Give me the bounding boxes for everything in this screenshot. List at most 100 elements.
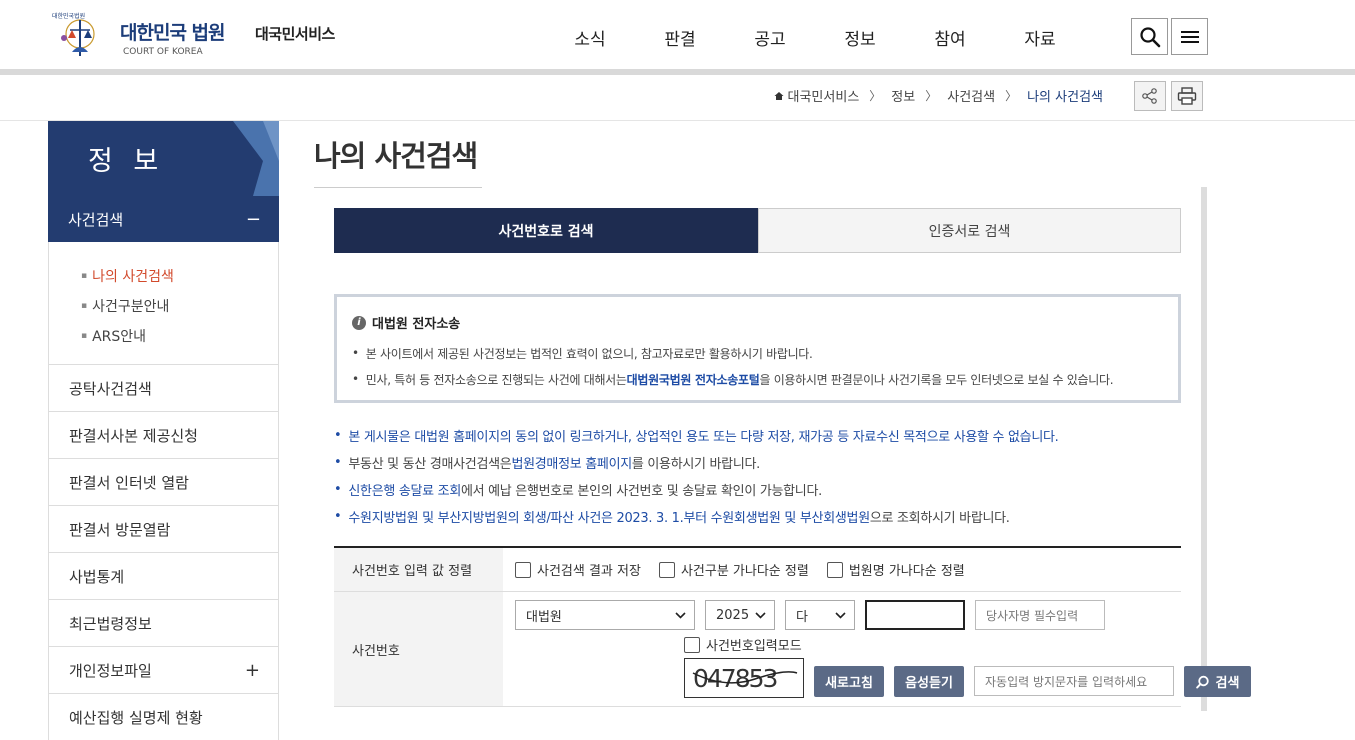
nav-item-judgment[interactable]: 판결	[635, 25, 725, 50]
sidebar-subitem-my-case-search[interactable]: ▪ 나의 사건검색	[49, 261, 278, 291]
bullet-text: 본 게시물은 대법원 홈페이지의 동의 없이 링크하거나, 상업적인 용도 또는…	[348, 430, 1059, 445]
emblem-text: 대한민국법원	[52, 12, 85, 20]
nav-item-news[interactable]: 소식	[545, 25, 635, 50]
sidebar-subitem-label: ARS안내	[92, 329, 147, 345]
sidebar-item-label: 판결서사본 제공신청	[69, 426, 198, 445]
sidebar-item-label: 최근법령정보	[69, 614, 152, 633]
shinhan-fee-lookup-link[interactable]: 신한은행 송달료 조회	[348, 480, 461, 499]
search-button[interactable]	[1131, 18, 1168, 55]
sidebar-header: 정 보	[48, 121, 279, 196]
search-icon	[1139, 26, 1160, 47]
sidebar-item-label: 개인정보파일	[69, 661, 152, 680]
bullet-dot-icon: •	[334, 428, 342, 443]
bullet-text: 에서 예납 은행번호로 본인의 사건번호 및 송달료 확인이 가능합니다.	[460, 484, 822, 499]
checkbox-box[interactable]	[515, 561, 531, 578]
captcha-input[interactable]: 자동입력 방지문자를 입력하세요	[974, 666, 1174, 696]
case-search-form: 사건번호 입력 값 정렬 사건검색 결과 저장 사건구분 가나다순 정렬 법원명…	[334, 546, 1251, 707]
sidebar-item-label: 판결서 방문열람	[69, 520, 171, 539]
sidebar-item-recent-law-info[interactable]: 최근법령정보	[48, 599, 279, 646]
page-title: 나의 사건검색	[314, 139, 478, 173]
search-button-label: 검색	[1215, 676, 1240, 691]
menu-button[interactable]	[1171, 18, 1208, 55]
share-icon	[1142, 88, 1157, 104]
court-select[interactable]: 대법원	[515, 600, 695, 630]
sidebar-subitem-ars-guide[interactable]: ▪ ARS안내	[49, 321, 278, 351]
breadcrumb-home[interactable]: 대국민서비스	[788, 86, 860, 105]
checkbox-box[interactable]	[658, 561, 675, 578]
sort-options: 사건검색 결과 저장 사건구분 가나다순 정렬 법원명 가나다순 정렬	[503, 548, 1181, 591]
form-row-case-number: 사건번호 대법원 2025 다 당사자명 필수입력 사건번호입력모드 04785…	[334, 592, 1251, 707]
breadcrumb-row: 대국민서비스 〉 정보 〉 사건검색 〉 나의 사건검색	[0, 75, 1355, 121]
nav-item-participation[interactable]: 참여	[905, 25, 995, 50]
sidebar-item-judgment-visit-view[interactable]: 판결서 방문열람	[48, 505, 279, 552]
sidebar-item-judgment-online-view[interactable]: 판결서 인터넷 열람	[48, 458, 279, 505]
breadcrumb-item-info[interactable]: 정보	[891, 86, 915, 105]
sort-by-case-type-checkbox[interactable]: 사건구분 가나다순 정렬	[658, 560, 809, 579]
checkbox-box[interactable]	[826, 561, 843, 578]
search-icon	[1195, 675, 1209, 688]
sort-by-court-checkbox[interactable]: 법원명 가나다순 정렬	[826, 560, 965, 579]
bullet-item: • 수원지방법원 및 부산지방법원의 회생/파산 사건은 2023. 3. 1.…	[334, 503, 1184, 530]
sort-label: 사건번호 입력 값 정렬	[334, 548, 503, 591]
main-nav: 소식 판결 공고 정보 참여 자료	[545, 25, 1085, 50]
sidebar-item-case-search[interactable]: 사건검색 −	[48, 196, 279, 242]
sidebar-item-privacy-file[interactable]: 개인정보파일 +	[48, 646, 279, 693]
bullet-dot-icon: ▪	[81, 271, 88, 281]
captcha-audio-button[interactable]: 음성듣기	[894, 666, 964, 697]
nav-item-resources[interactable]: 자료	[995, 25, 1085, 50]
year-select[interactable]: 2025	[705, 600, 775, 630]
sidebar-item-budget-realname[interactable]: 예산집행 실명제 현황	[48, 693, 279, 740]
save-result-checkbox[interactable]: 사건검색 결과 저장	[515, 560, 641, 579]
case-type-select[interactable]: 다	[785, 600, 855, 630]
checkbox-label: 사건번호입력모드	[706, 639, 802, 654]
sidebar-item-label: 사법통계	[69, 567, 125, 586]
year-select-value: 2025	[716, 607, 750, 623]
collapse-icon[interactable]: −	[246, 209, 261, 230]
court-emblem-logo[interactable]: 대한민국법원	[50, 8, 110, 62]
share-button[interactable]	[1134, 81, 1166, 111]
sidebar-title: 정 보	[88, 146, 165, 177]
case-number-label: 사건번호	[334, 592, 503, 706]
print-button[interactable]	[1171, 81, 1203, 111]
checkbox-box[interactable]	[684, 636, 700, 653]
sidebar-item-deposit-search[interactable]: 공탁사건검색	[48, 364, 279, 411]
logo-title[interactable]: 대한민국 법원	[120, 18, 225, 45]
bullet-dot-icon: •	[334, 455, 342, 470]
e-litigation-notice: i 대법원 전자소송 • 본 사이트에서 제공된 사건정보는 법적인 효력이 없…	[334, 294, 1181, 403]
sidebar-item-label: 예산집행 실명제 현황	[69, 708, 203, 727]
tab-search-by-case-number[interactable]: 사건번호로 검색	[334, 208, 758, 253]
site-name[interactable]: 대국민서비스	[255, 23, 335, 44]
notice-text: 을 이용하시면 판결문이나 사건기록을 모두 인터넷으로 보실 수 있습니다.	[759, 372, 1114, 387]
captcha-refresh-button[interactable]: 새로고침	[814, 666, 884, 697]
bullet-dot-icon: •	[352, 372, 359, 386]
guide-bullets: • 본 게시물은 대법원 홈페이지의 동의 없이 링크하거나, 상업적인 용도 …	[334, 422, 1184, 530]
case-serial-input[interactable]	[865, 600, 965, 630]
party-name-input[interactable]: 당사자명 필수입력	[975, 600, 1105, 630]
breadcrumb-item-case-search[interactable]: 사건검색	[947, 86, 995, 105]
case-number-fields: 대법원 2025 다 당사자명 필수입력 사건번호입력모드 047853 새로고…	[503, 592, 1251, 706]
nav-item-info[interactable]: 정보	[815, 25, 905, 50]
sidebar-item-judgment-copy-request[interactable]: 판결서사본 제공신청	[48, 411, 279, 458]
bullet-item: • 부동산 및 동산 경매사건검색은 법원경매정보 홈페이지 를 이용하시기 바…	[334, 449, 1184, 476]
search-submit-button[interactable]: 검색	[1184, 666, 1251, 697]
content-scrollbar[interactable]	[1201, 187, 1207, 711]
tab-search-by-certificate[interactable]: 인증서로 검색	[758, 208, 1181, 253]
sidebar-submenu: ▪ 나의 사건검색 ▪ 사건구분안내 ▪ ARS안내	[48, 242, 279, 364]
home-icon	[774, 91, 784, 100]
bullet-dot-icon: •	[334, 482, 342, 497]
chevron-right-icon: 〉	[925, 89, 938, 103]
auction-site-link[interactable]: 법원경매정보 홈페이지	[511, 453, 632, 472]
bullet-text: 부동산 및 동산 경매사건검색은	[348, 457, 512, 472]
e-litigation-portal-link[interactable]: 대법원국법원 전자소송포털	[627, 371, 760, 388]
bullet-item: • 신한은행 송달료 조회 에서 예납 은행번호로 본인의 사건번호 및 송달료…	[334, 476, 1184, 503]
sidebar-item-judicial-statistics[interactable]: 사법통계	[48, 552, 279, 599]
checkbox-label: 법원명 가나다순 정렬	[848, 564, 965, 579]
expand-icon[interactable]: +	[245, 660, 260, 681]
title-underline	[314, 187, 482, 188]
logo-subtitle: COURT OF KOREA	[123, 47, 203, 57]
input-mode-checkbox[interactable]: 사건번호입력모드	[684, 635, 802, 654]
breadcrumb-current: 나의 사건검색	[1027, 90, 1103, 105]
nav-item-notice[interactable]: 공고	[725, 25, 815, 50]
sidebar-subitem-case-type-guide[interactable]: ▪ 사건구분안내	[49, 291, 278, 321]
notice-line: • 본 사이트에서 제공된 사건정보는 법적인 효력이 없으니, 참고자료로만 …	[352, 340, 1163, 366]
